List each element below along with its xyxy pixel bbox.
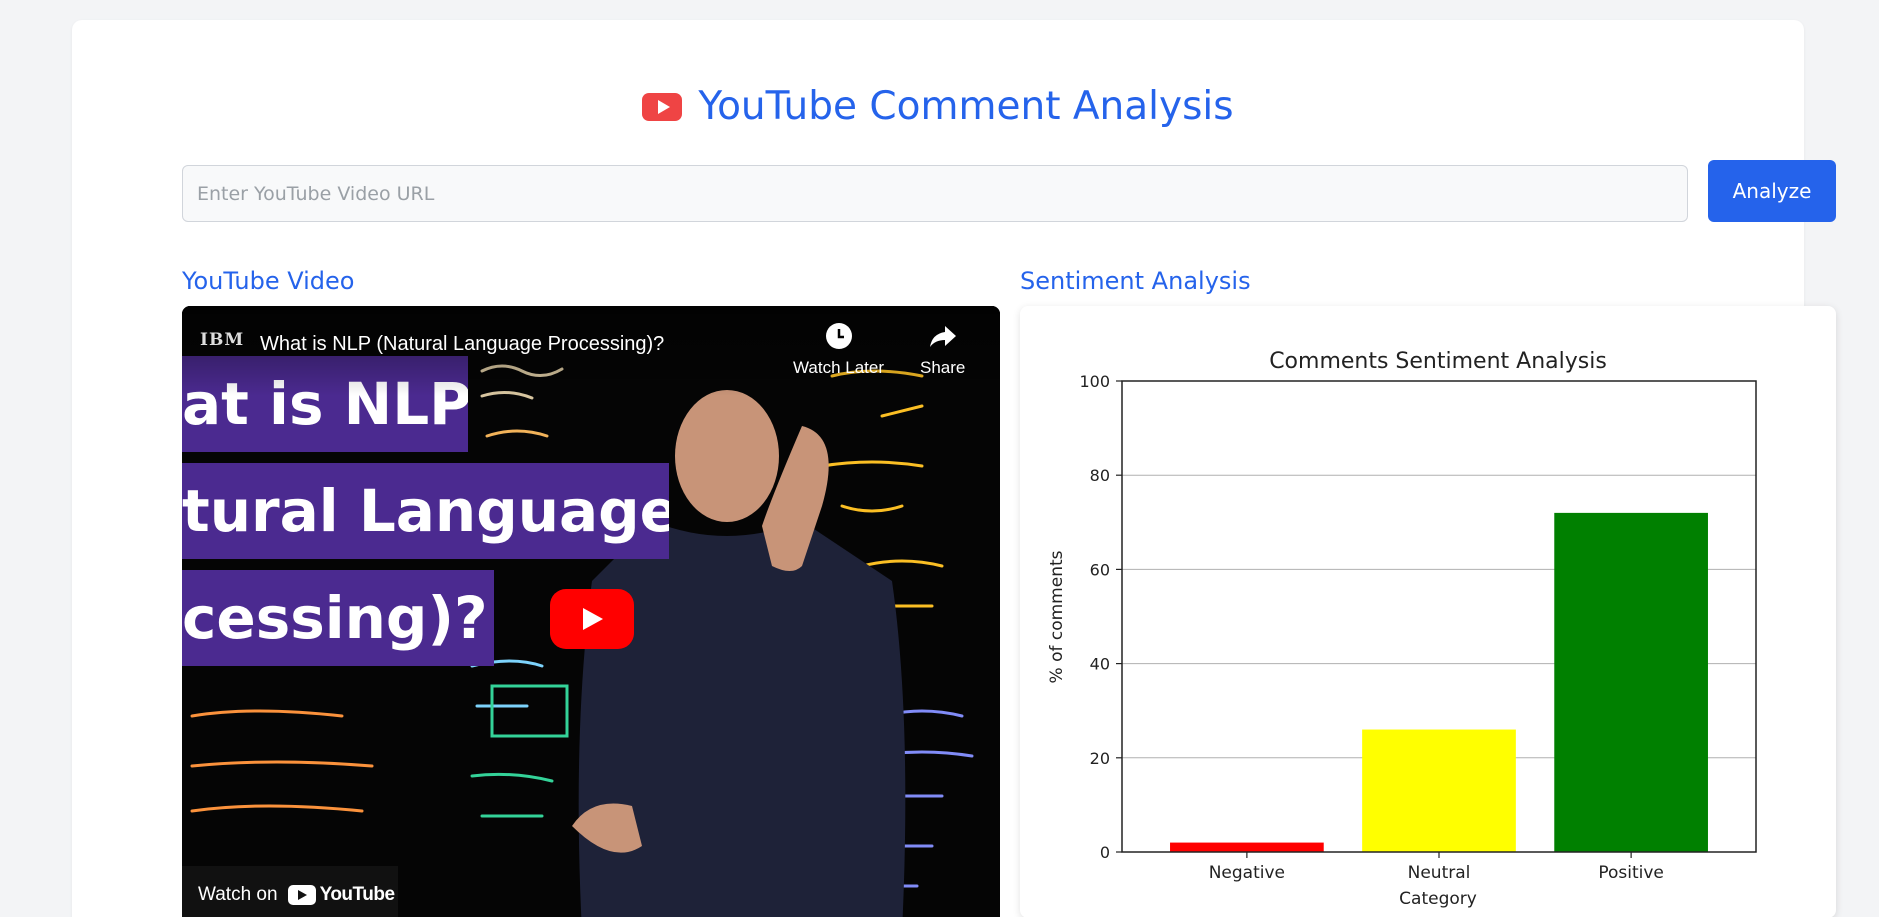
share-button[interactable]: Share	[920, 322, 965, 378]
chart-x-tick-label: Negative	[1209, 863, 1285, 883]
chart-y-tick-label: 100	[1079, 372, 1110, 391]
channel-logo[interactable]: IBM	[200, 330, 244, 350]
sentiment-chart-card: Comments Sentiment Analysis % of comment…	[1020, 306, 1836, 917]
video-section-heading: YouTube Video	[182, 267, 355, 295]
share-icon	[929, 326, 956, 347]
chart-title: Comments Sentiment Analysis	[1269, 349, 1607, 374]
share-label: Share	[920, 358, 966, 377]
sentiment-chart: Comments Sentiment Analysis % of comment…	[1047, 349, 1757, 909]
header: YouTube Comment Analysis	[72, 84, 1804, 129]
chart-y-tick-label: 80	[1090, 466, 1110, 485]
watch-later-button[interactable]: Watch Later	[793, 322, 884, 378]
youtube-logo-icon	[642, 92, 683, 121]
chart-x-tick-label: Positive	[1598, 863, 1664, 883]
youtube-video-player[interactable]: at is NLP tural Language cessing)? IBM W…	[182, 306, 1000, 917]
chart-y-tick-label: 40	[1090, 655, 1110, 674]
youtube-label: YouTube	[319, 884, 395, 905]
video-title[interactable]: What is NLP (Natural Language Processing…	[260, 333, 664, 356]
chart-x-axis-label: Category	[1399, 889, 1477, 909]
chart-y-tick-label: 60	[1090, 560, 1110, 579]
sentiment-section-heading: Sentiment Analysis	[1020, 267, 1251, 295]
clock-icon	[825, 323, 852, 349]
video-url-input[interactable]	[182, 165, 1688, 222]
watch-later-label: Watch Later	[793, 358, 885, 377]
chart-bar-neutral	[1362, 729, 1516, 852]
watch-on-youtube-link[interactable]: Watch on YouTube	[182, 866, 398, 917]
page-title: YouTube Comment Analysis	[698, 84, 1234, 129]
chart-x-tick-label: Neutral	[1408, 863, 1471, 883]
chart-y-axis-label: % of comments	[1047, 550, 1067, 683]
youtube-wordmark: YouTube	[287, 884, 395, 906]
analyze-button[interactable]: Analyze	[1708, 160, 1836, 222]
youtube-play-icon	[287, 885, 316, 905]
chart-y-tick-label: 0	[1100, 843, 1110, 862]
thumbnail-text-line-2: tural Language	[182, 463, 669, 559]
chart-y-tick-label: 20	[1090, 749, 1110, 768]
play-button[interactable]	[550, 589, 634, 649]
play-icon	[583, 608, 603, 630]
thumbnail-text-line-3: cessing)?	[182, 570, 494, 666]
chart-bar-negative	[1170, 842, 1324, 852]
main-card: YouTube Comment Analysis Analyze YouTube…	[72, 20, 1836, 917]
watch-on-label: Watch on	[198, 884, 278, 905]
chart-bar-positive	[1554, 512, 1708, 852]
